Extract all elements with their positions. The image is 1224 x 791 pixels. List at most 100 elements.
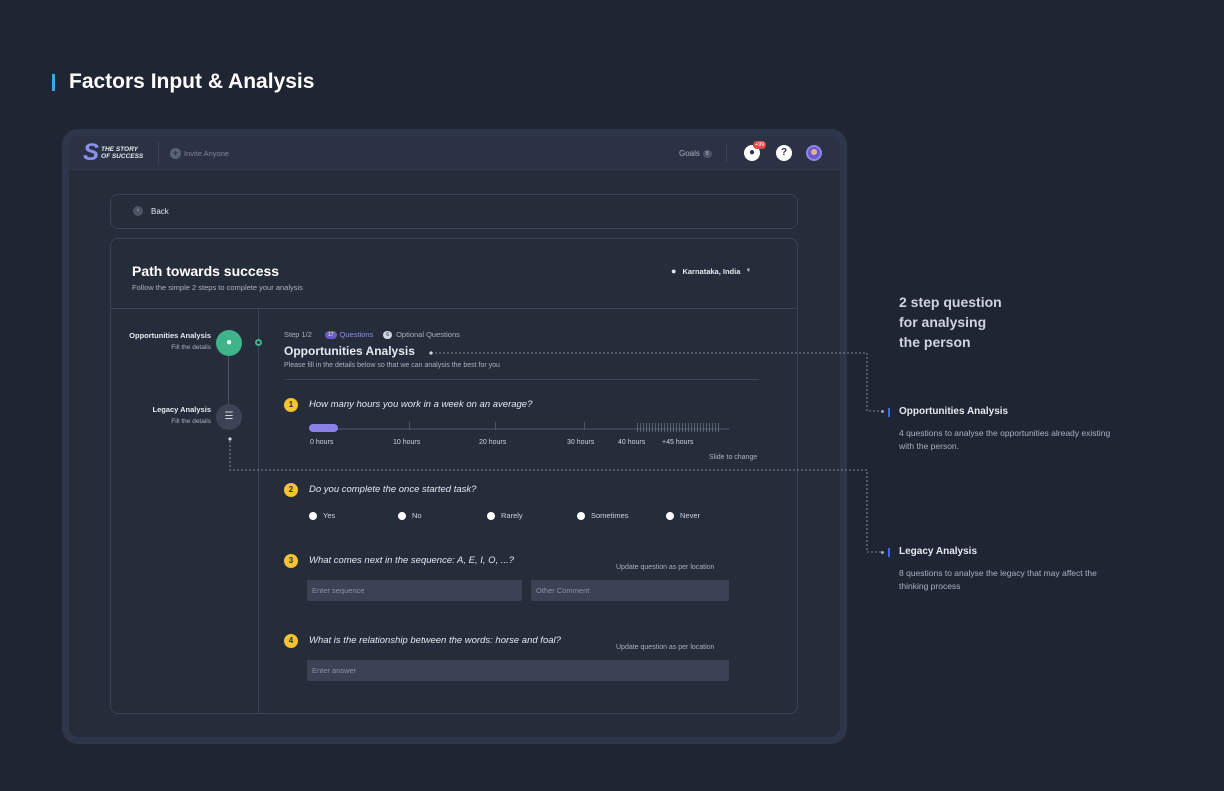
topbar-divider [158,142,159,164]
analysis-card: Path towards success Follow the simple 2… [110,238,798,714]
plus-icon: + [170,148,181,159]
answer-input[interactable]: Enter answer [307,660,729,681]
goals-button[interactable]: Goals 5 [679,149,712,158]
radio-option[interactable]: Never [666,511,700,520]
step-legacy-title[interactable]: Legacy Analysis [152,405,211,414]
radio-circle [577,511,585,520]
question-number: 1 [284,398,298,412]
slider-label: 0 hours [310,439,334,446]
step-opportunities-title[interactable]: Opportunities Analysis [129,331,211,340]
back-bar: ‹ Back [110,194,798,229]
invite-label: Invite Anyone [184,149,230,158]
chevron-down-icon: ▼ [745,268,752,274]
step-progress: Step 1/2 17 Questions 6 Optional Questio… [284,330,460,339]
section-title: Opportunities Analysis [284,344,415,358]
step-counter: Step 1/2 [284,330,312,339]
slider-range-marks [637,423,721,432]
slider-tick [495,422,496,430]
annotation-bar [888,548,890,557]
user-add-icon[interactable]: ● [216,330,242,356]
location-pin-icon: ● [671,266,677,276]
questions-count-badge: 17 [324,330,337,339]
legacy-icon[interactable]: ☰ [216,404,242,430]
radio-option[interactable]: Yes [309,511,335,520]
logo-line-2: OF SUCCESS [101,153,144,160]
radio-circle [398,511,406,520]
goals-count-badge: 5 [702,149,712,158]
logo-line-1: THE STORY [101,146,138,153]
radio-label: Sometimes [591,511,629,520]
annotation-title: 2 step question for analysing the person [899,294,1002,350]
avatar[interactable] [806,145,822,161]
slider-label: 10 hours [393,439,421,446]
radio-label: Yes [323,511,336,520]
title-accent-bar [52,74,55,91]
slider-label: 40 hours [618,439,646,446]
annotation-opportunities-title: Opportunities Analysis [899,406,1009,417]
invite-button[interactable]: + Invite Anyone [170,148,229,159]
optional-count-badge: 6 [383,330,393,339]
topbar-divider-right [726,145,727,162]
slider-label: 30 hours [567,439,595,446]
update-note: Update question as per location [616,564,715,571]
logo-text: THE STORY OF SUCCESS [101,146,143,160]
top-bar: S THE STORY OF SUCCESS + Invite Anyone G… [69,136,840,170]
radio-option[interactable]: Rarely [487,511,523,520]
notification-badge: +99 [753,141,767,149]
annotation-bar [888,408,890,417]
radio-option[interactable]: Sometimes [577,511,629,520]
back-button[interactable]: ‹ Back [133,206,169,216]
location-select[interactable]: ● Karnataka, India ▼ [671,266,751,276]
annotation-dot [881,551,884,554]
slider-hint: Slide to change [709,454,758,461]
annotation-opportunities-body: 4 questions to analyse the opportunities… [899,428,1111,451]
device-frame: S THE STORY OF SUCCESS + Invite Anyone G… [62,129,847,744]
question-text: What comes next in the sequence: A, E, I… [309,555,515,566]
slider-tick [584,422,585,430]
section-subtitle: Please fill in the details below so that… [284,362,500,369]
slider-tick [409,422,410,430]
update-note: Update question as per location [616,644,715,651]
question-number: 2 [284,483,298,497]
goals-label: Goals [679,149,700,158]
section-divider [284,379,759,380]
card-divider [111,308,797,309]
radio-circle [666,511,674,520]
annotation-legacy-title: Legacy Analysis [899,546,978,557]
card-title: Path towards success [132,263,280,279]
radio-label: Never [680,511,701,520]
active-step-indicator [255,339,262,346]
step-connector [228,356,229,404]
question-text: How many hours you work in a week on an … [309,399,533,410]
radio-circle [309,511,317,520]
radio-label: Rarely [501,511,523,520]
back-label: Back [151,206,169,216]
page-title: Factors Input & Analysis [69,70,315,93]
logo-mark: S [83,139,100,166]
questions-label: Questions [339,330,374,339]
question-text: What is the relationship between the wor… [309,635,561,646]
steps-column-divider [258,309,259,713]
location-label: Karnataka, India [682,266,741,276]
help-icon[interactable]: ? [776,145,792,161]
logo[interactable]: S THE STORY OF SUCCESS [83,139,143,166]
annotation-dot [881,410,884,413]
annotation-legacy-body: 8 questions to analyse the legacy that m… [899,568,1097,591]
step-opportunities-subtitle: Fill the details [171,344,211,351]
comment-input[interactable]: Other Comment [531,580,729,601]
slider-label: +45 hours [662,439,694,446]
back-arrow-icon: ‹ [133,206,143,216]
question-number: 4 [284,634,298,648]
sequence-input[interactable]: Enter sequence [307,580,522,601]
step-legacy-subtitle: Fill the details [171,418,211,425]
hours-slider-handle[interactable] [309,424,338,432]
slider-label: 20 hours [479,439,507,446]
question-text: Do you complete the once started task? [309,484,477,495]
card-subtitle: Follow the simple 2 steps to complete yo… [132,283,303,292]
radio-circle [487,511,495,520]
app-screen: S THE STORY OF SUCCESS + Invite Anyone G… [69,136,840,737]
optional-label: Optional Questions [396,330,460,339]
radio-label: No [412,511,422,520]
radio-option[interactable]: No [398,511,422,520]
question-number: 3 [284,554,298,568]
